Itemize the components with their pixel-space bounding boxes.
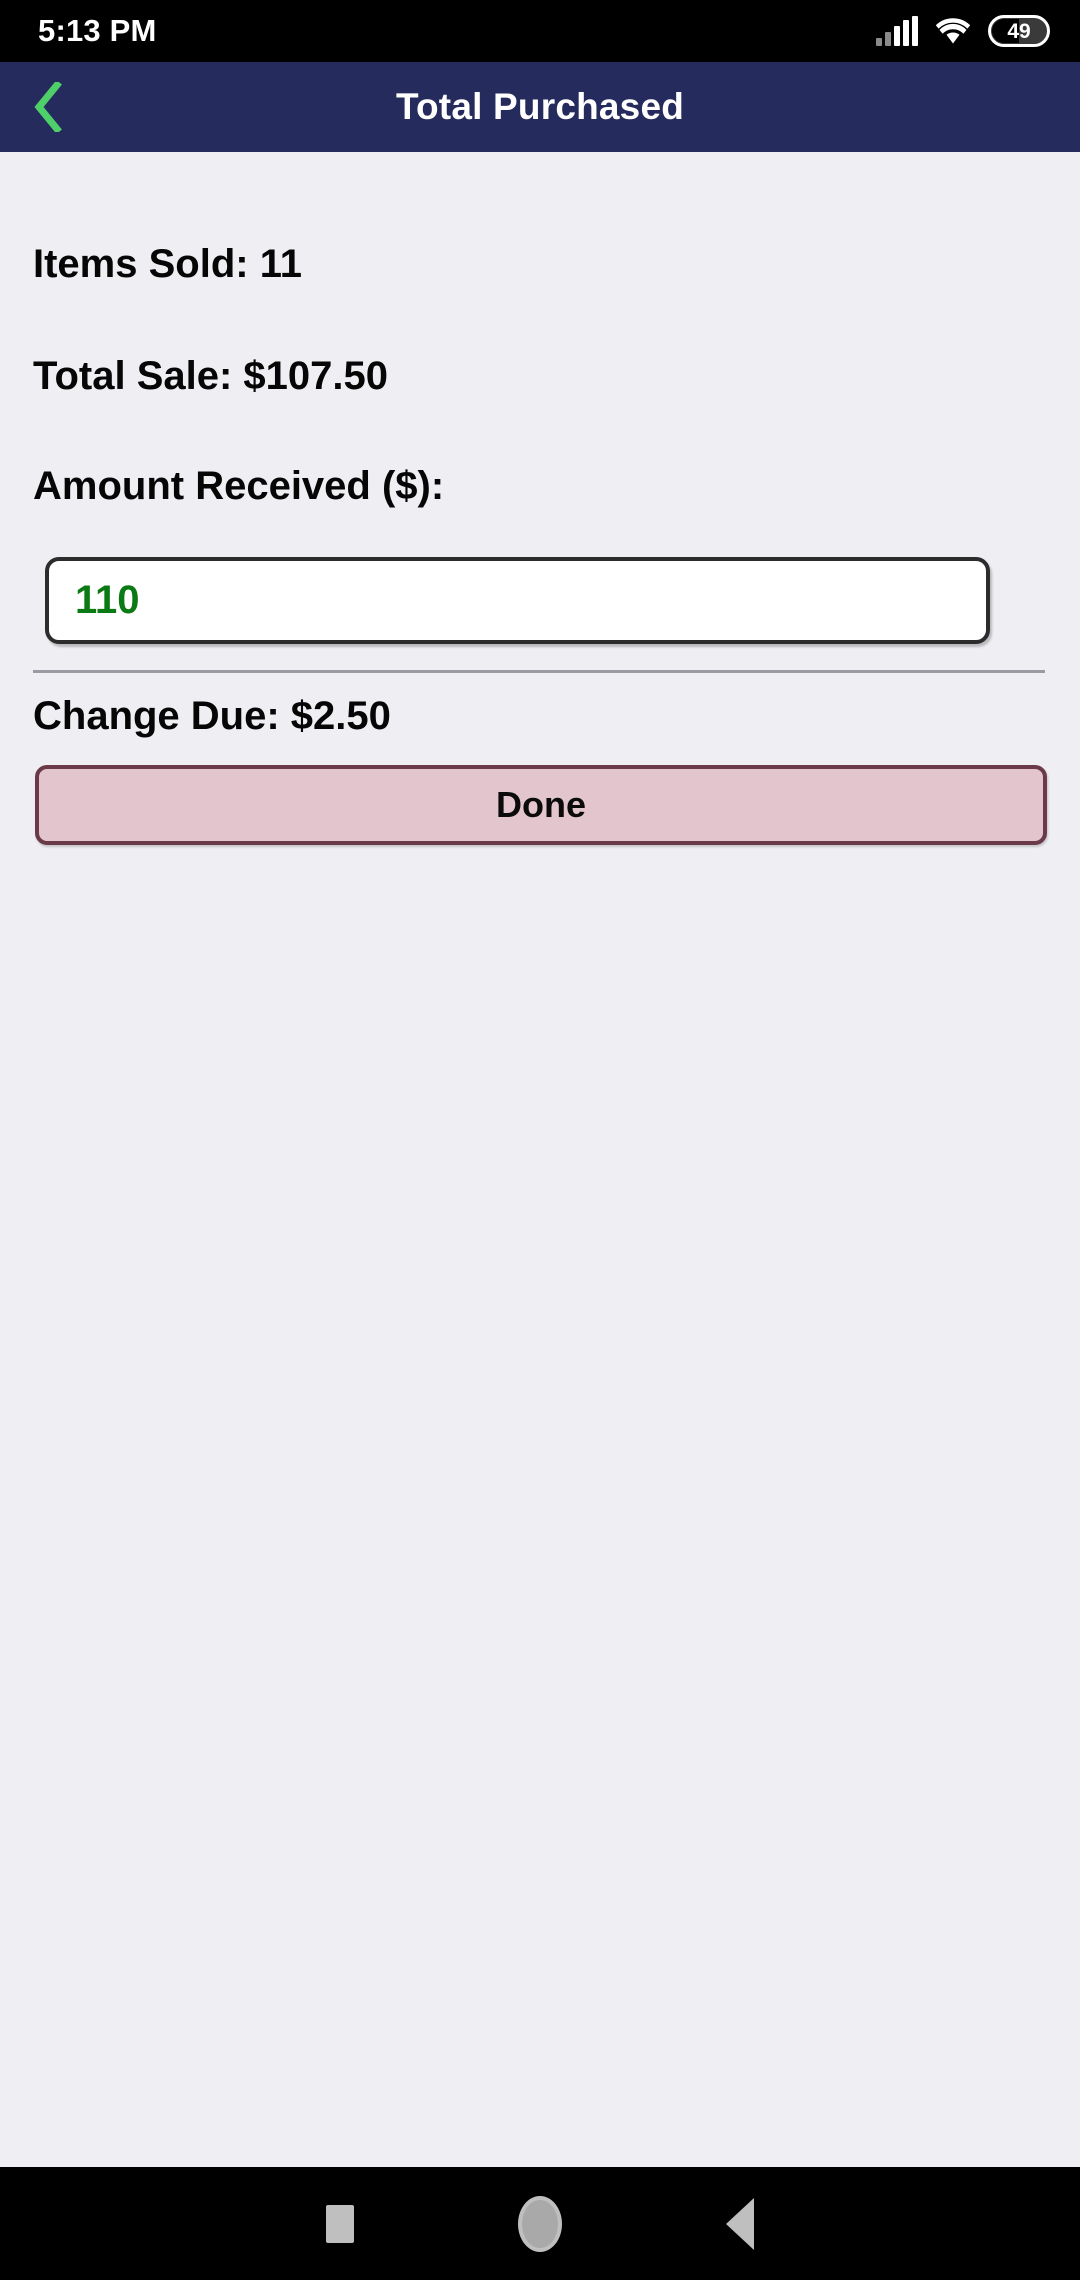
nav-home-button[interactable] [440,2167,640,2280]
status-bar: 5:13 PM 49 [0,0,1080,62]
battery-percent-label: 49 [1007,19,1031,43]
circle-icon [518,2195,562,2252]
back-button[interactable] [0,62,96,152]
amount-received-label: Amount Received ($): [33,464,445,508]
nav-recents-button[interactable] [240,2167,440,2280]
app-bar: Total Purchased [0,62,1080,152]
amount-received-input[interactable] [45,557,990,644]
total-sale-text: Total Sale: $107.50 [33,354,388,398]
status-bar-icons: 49 [876,15,1050,47]
battery-icon: 49 [988,15,1050,47]
items-sold-text: Items Sold: 11 [33,242,302,286]
chevron-left-icon [34,82,62,132]
main-content: Items Sold: 11 Total Sale: $107.50 Amoun… [0,152,1080,2167]
phone-screen: 5:13 PM 49 Total Purchased Items Sold: 1… [0,0,1080,2280]
nav-back-button[interactable] [640,2167,840,2280]
page-title: Total Purchased [395,86,685,127]
square-icon [326,2204,354,2243]
android-nav-bar [0,2167,1080,2280]
done-button[interactable]: Done [35,765,1047,845]
change-due-text: Change Due: $2.50 [33,694,391,738]
section-divider [33,670,1045,673]
signal-bars-icon [876,16,918,46]
wifi-icon [935,18,971,44]
status-bar-clock: 5:13 PM [38,13,157,48]
triangle-left-icon [726,2197,754,2250]
